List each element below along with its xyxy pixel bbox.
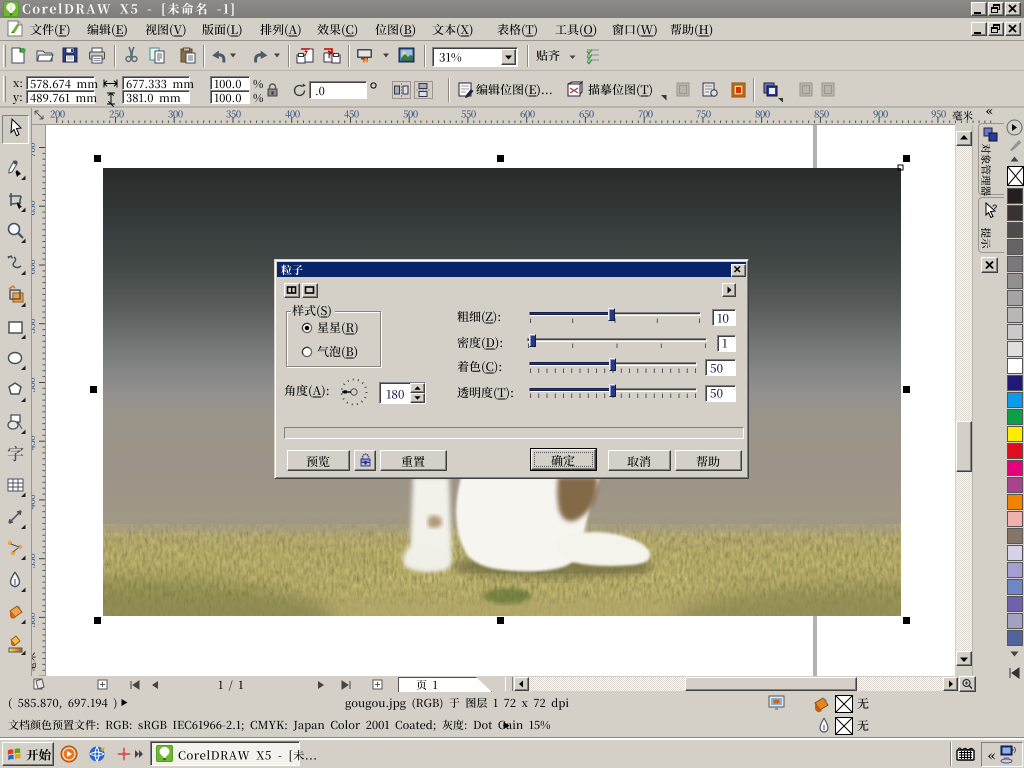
svg-text:?: ? [992,203,998,213]
